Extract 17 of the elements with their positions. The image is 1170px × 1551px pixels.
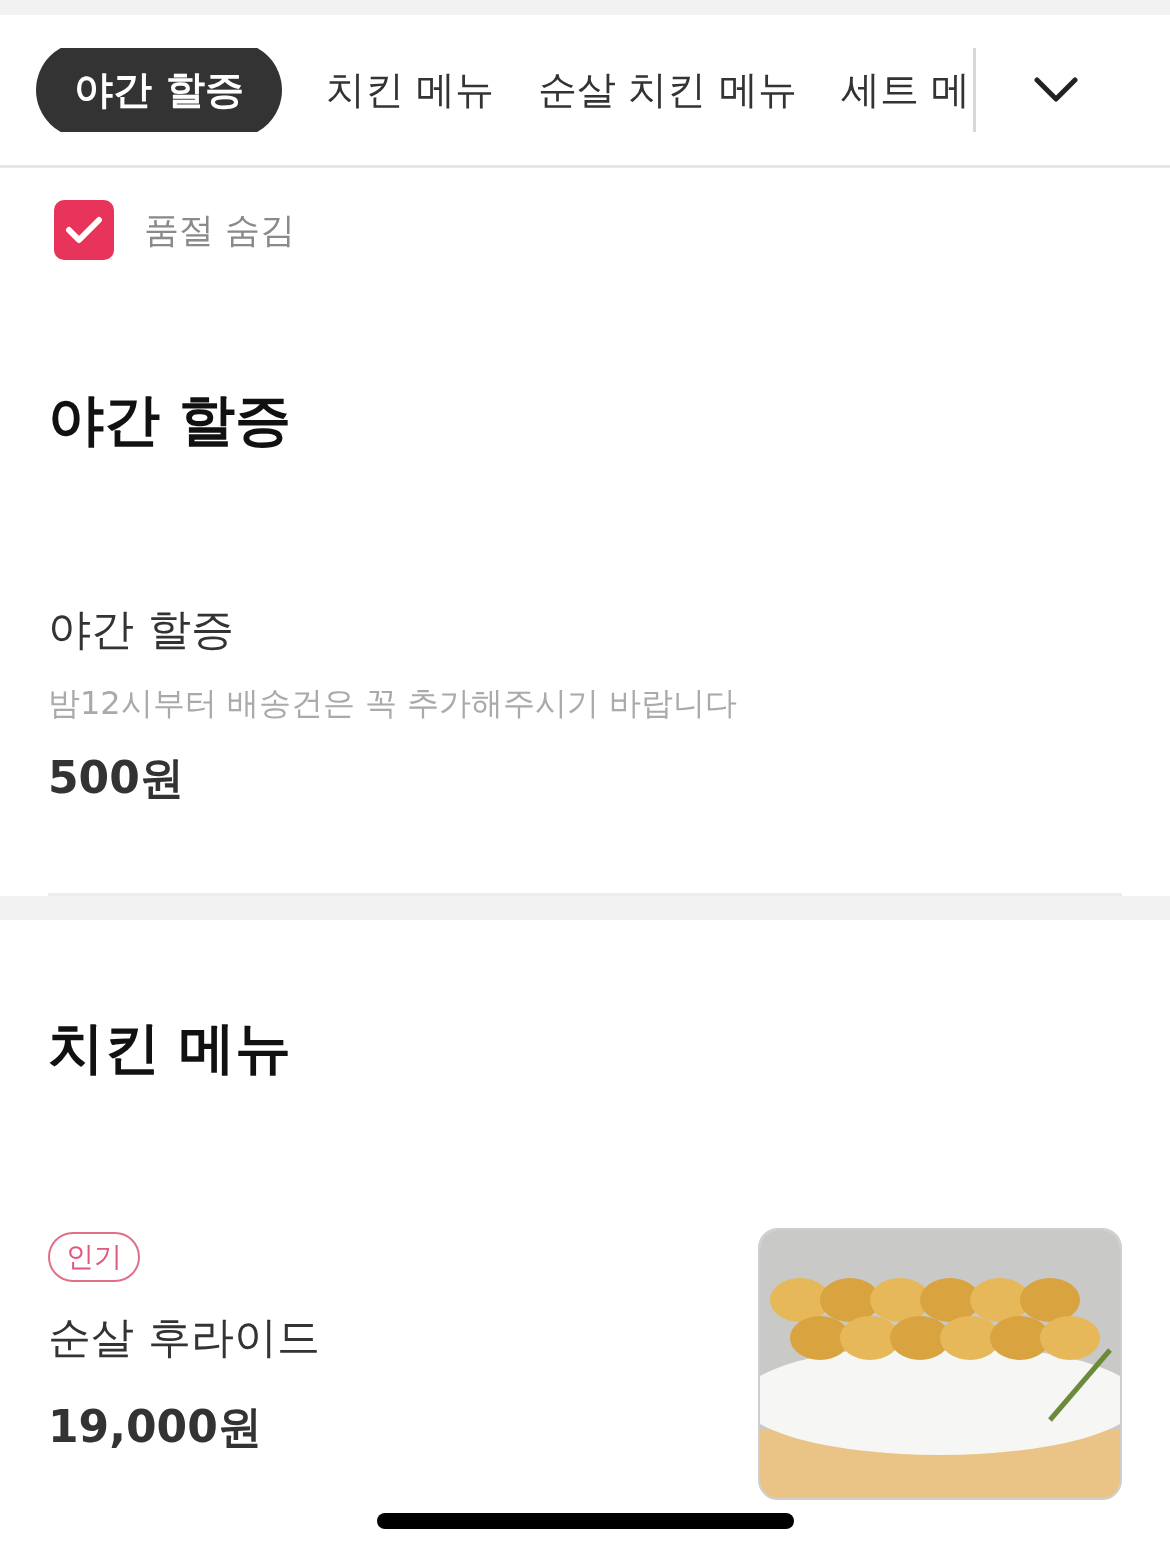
checkmark-icon [65, 215, 103, 245]
item-name: 순살 후라이드 [48, 1311, 320, 1364]
checkbox[interactable] [54, 200, 114, 260]
popular-badge: 인기 [48, 1231, 140, 1282]
item-price: 19,000원 [48, 1401, 262, 1455]
category-tab[interactable]: 야간 할증 [36, 48, 282, 132]
menu-item[interactable]: 인기 순살 후라이드 19,000원 [48, 1075, 1122, 1500]
section-title: 야간 할증 [48, 392, 293, 448]
item-description: 밤12시부터 배송건은 꼭 추가해주시기 바랍니다 [48, 683, 738, 722]
category-tab[interactable]: 순살 치킨 메뉴 [538, 48, 797, 132]
checkbox-label: 품절 숨김 [144, 208, 296, 252]
menu-item[interactable]: 야간 할증 밤12시부터 배송건은 꼭 추가해주시기 바랍니다 500원 [48, 448, 1122, 805]
section-title: 치킨 메뉴 [48, 1019, 293, 1076]
item-price: 500원 [48, 752, 184, 805]
category-tab[interactable]: 세트 메 [840, 48, 971, 132]
item-name: 야간 할증 [48, 604, 234, 656]
category-tab[interactable]: 치킨 메뉴 [325, 48, 494, 132]
